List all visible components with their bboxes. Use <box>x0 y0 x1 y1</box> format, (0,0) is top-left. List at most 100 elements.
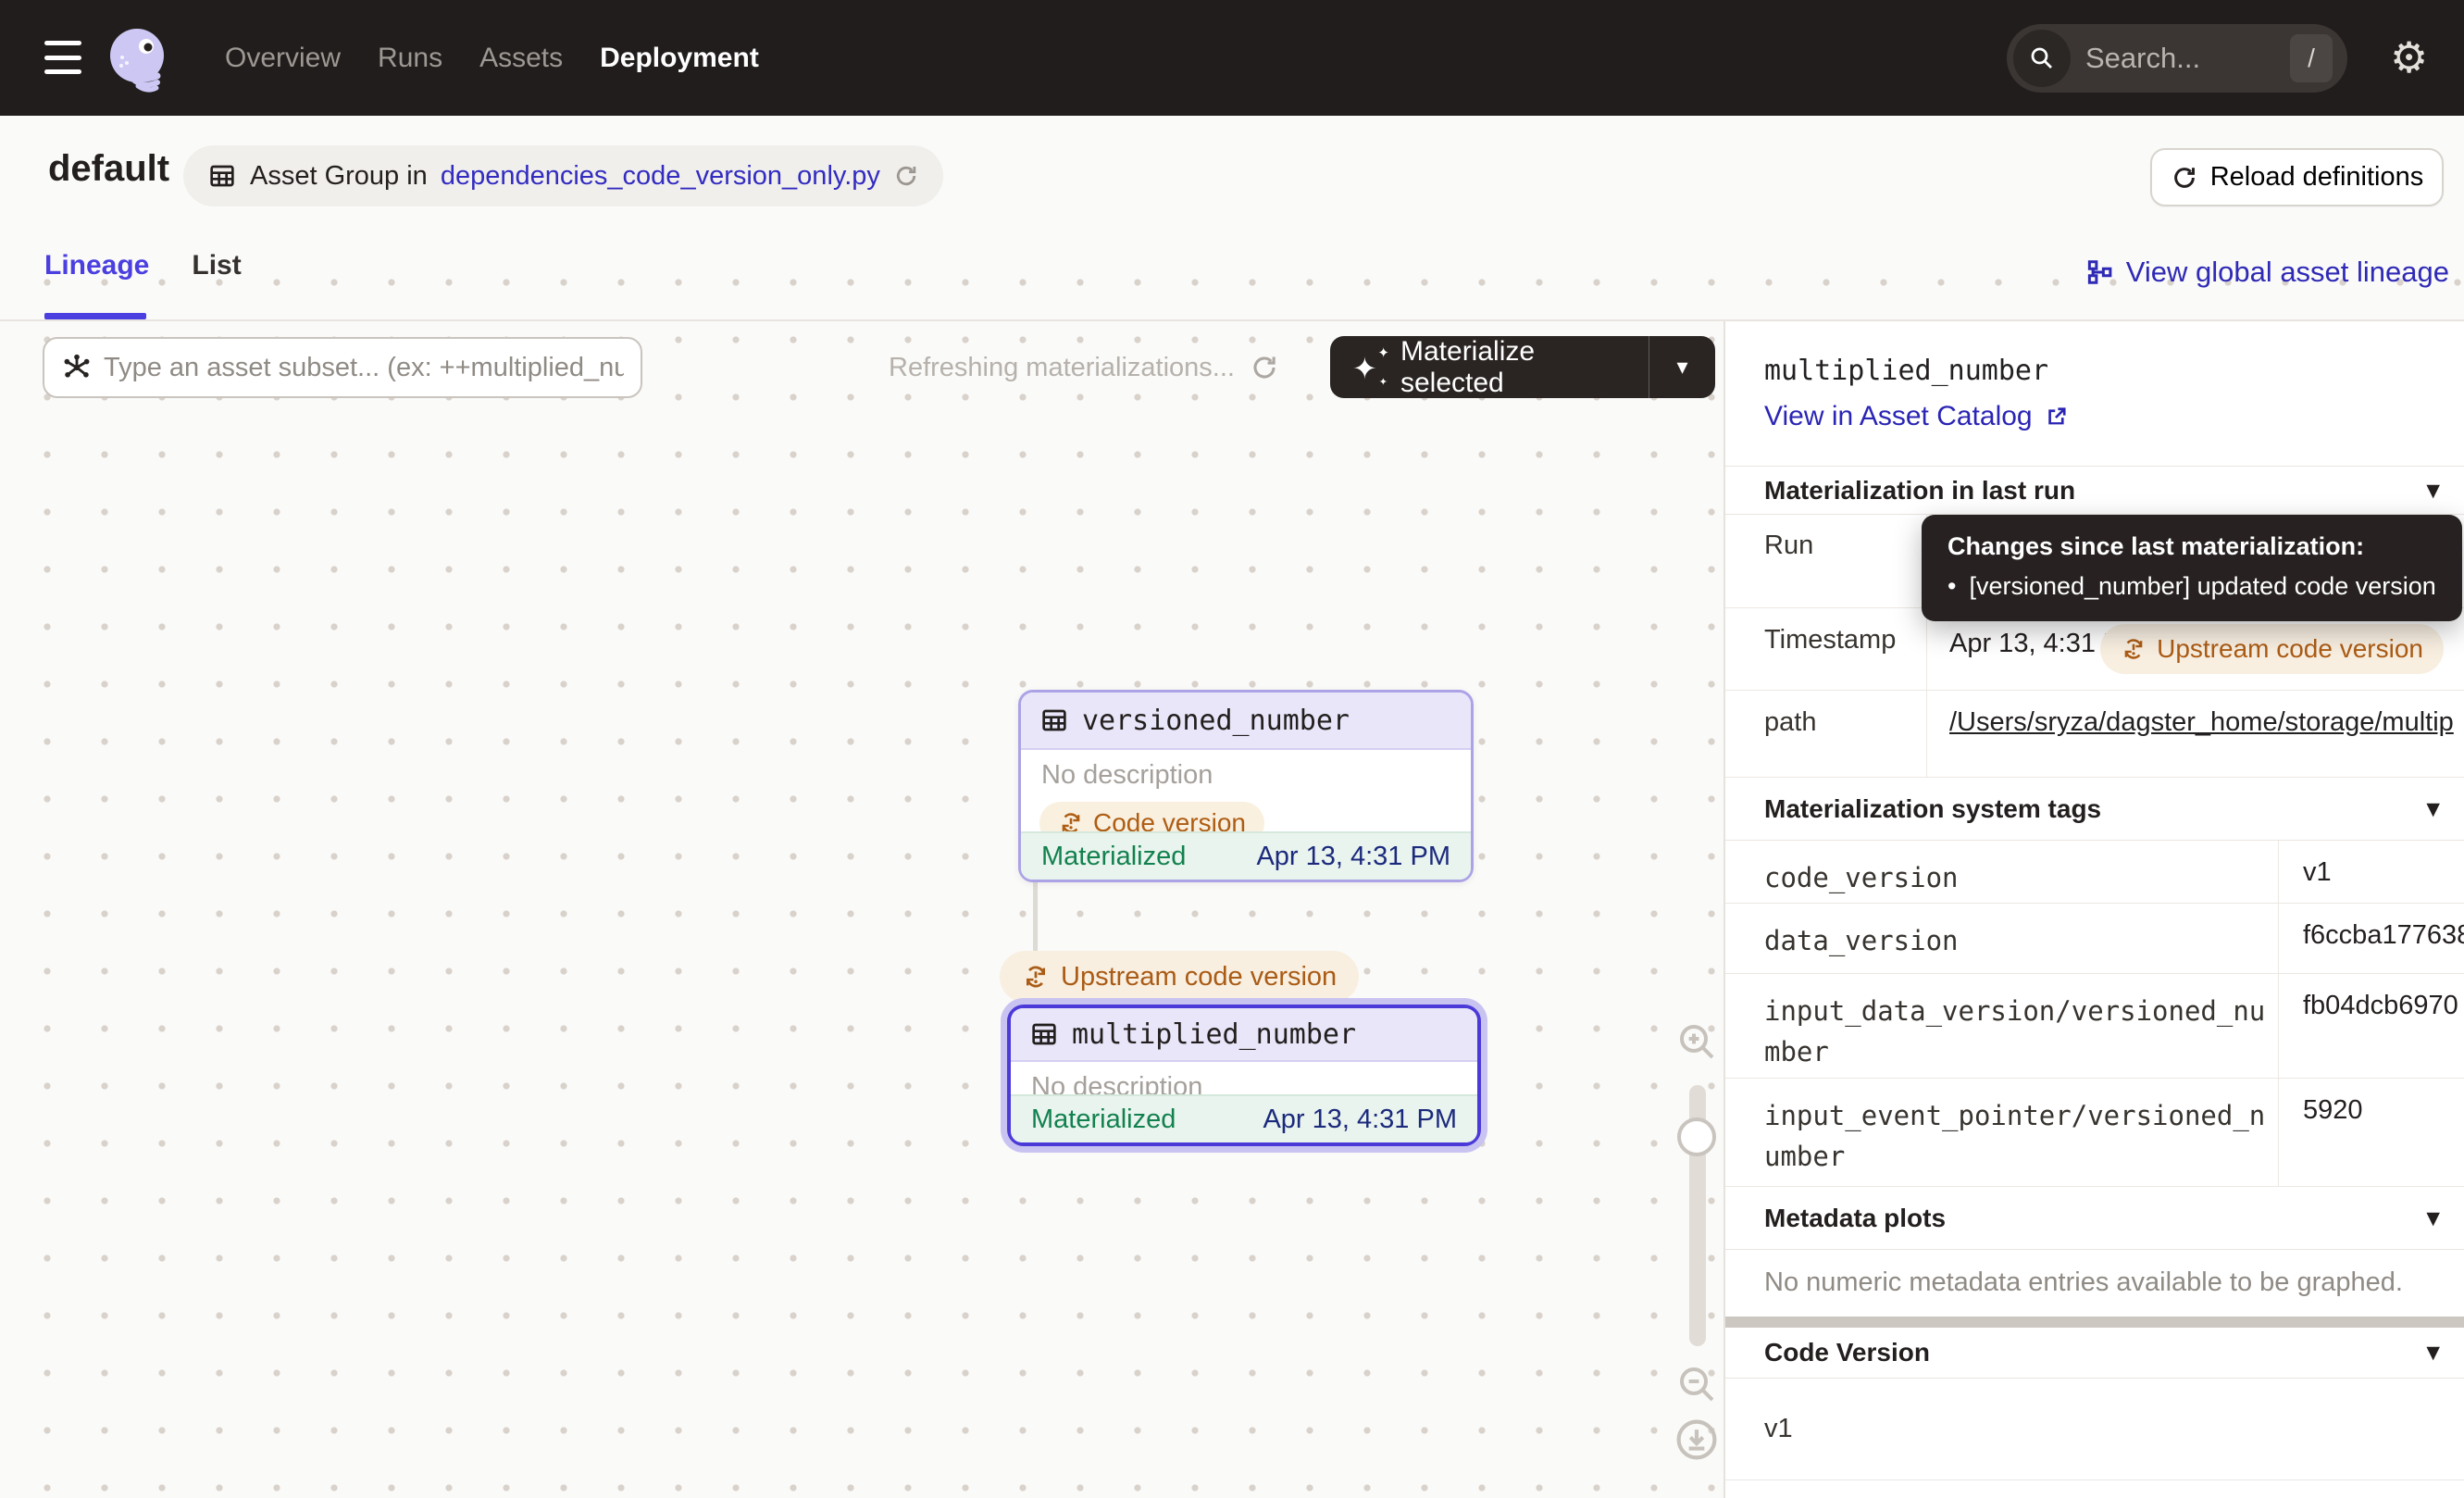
asset-node-multiplied-number-selected[interactable]: multiplied_number No description Materia… <box>1007 1005 1481 1146</box>
row-label: Timestamp <box>1725 608 1927 690</box>
changed-icon <box>2121 636 2147 662</box>
materialize-selected-main[interactable]: ✦ ✦ ✦ Materialize selected <box>1330 336 1649 398</box>
nav-item-runs[interactable]: Runs <box>378 43 442 74</box>
section-heading: Code Version <box>1764 1338 1930 1367</box>
section-heading: Metadata plots <box>1764 1204 1946 1233</box>
tag-key: input_data_version/versioned_number <box>1764 991 2269 1078</box>
materialize-dropdown-button[interactable]: ▾ <box>1649 336 1715 398</box>
refreshing-status: Refreshing materializations... <box>889 337 1279 398</box>
asset-name: multiplied_number <box>1072 1018 1356 1051</box>
asset-node-header[interactable]: versioned_number <box>1021 693 1471 750</box>
system-tag-row: data_version f6ccba177638 <box>1725 904 2464 974</box>
metadata-plots-empty-text: No numeric metadata entries available to… <box>1764 1267 2403 1298</box>
upstream-code-version-label: Upstream code version <box>1061 962 1337 992</box>
search-input[interactable] <box>2071 42 2290 75</box>
refresh-icon[interactable] <box>893 163 919 189</box>
hamburger-menu-icon[interactable] <box>44 41 81 74</box>
op-selector-icon <box>61 352 93 383</box>
asset-description: No description <box>1021 750 1471 791</box>
asset-node-versioned-number[interactable]: versioned_number No description Code ver… <box>1018 690 1474 882</box>
active-tab-underline <box>44 313 146 319</box>
materialized-timestamp[interactable]: Apr 13, 4:31 PM <box>1263 1105 1457 1135</box>
zoom-slider-handle[interactable] <box>1677 1117 1716 1156</box>
tag-key: data_version <box>1764 920 2269 973</box>
reload-definitions-label: Reload definitions <box>2210 162 2424 193</box>
upstream-code-version-tag[interactable]: Upstream code version <box>1000 951 1359 1003</box>
collapse-caret-icon[interactable]: ▼ <box>2426 1342 2440 1363</box>
section-config[interactable]: Config <box>1725 1479 2464 1498</box>
materialize-selected-label: Materialize selected <box>1400 336 1626 399</box>
nav-item-overview[interactable]: Overview <box>225 43 341 74</box>
code-version-value: v1 <box>1764 1414 1793 1444</box>
tooltip-item: • [versioned_number] updated code versio… <box>1948 572 2436 601</box>
nav-links: Overview Runs Assets Deployment <box>225 0 759 116</box>
download-graph-button[interactable] <box>1674 1417 1720 1463</box>
table-grid-icon <box>1039 705 1069 735</box>
materialization-status-bar: Materialized Apr 13, 4:31 PM <box>1021 831 1471 880</box>
changed-icon <box>1022 963 1050 991</box>
materialize-selected-button[interactable]: ✦ ✦ ✦ Materialize selected ▾ <box>1330 336 1715 398</box>
tag-key: code_version <box>1764 857 2269 903</box>
tab-lineage[interactable]: Lineage <box>44 250 149 281</box>
view-global-asset-lineage-link[interactable]: View global asset lineage <box>2085 256 2449 289</box>
tag-key: input_event_pointer/versioned_number <box>1764 1095 2269 1186</box>
lineage-graph-icon <box>2085 258 2113 286</box>
global-search[interactable]: / <box>2007 24 2347 93</box>
table-grid-icon <box>207 161 237 191</box>
section-materialization-system-tags[interactable]: Materialization system tags ▼ <box>1725 778 2464 841</box>
view-in-asset-catalog-link[interactable]: View in Asset Catalog <box>1764 401 2070 432</box>
materialization-status-bar: Materialized Apr 13, 4:31 PM <box>1011 1094 1477 1142</box>
section-heading: Materialization system tags <box>1764 794 2101 824</box>
collapse-caret-icon[interactable]: ▼ <box>2426 1208 2440 1229</box>
settings-gear-icon[interactable]: ⚙ <box>2390 33 2428 81</box>
nav-item-assets[interactable]: Assets <box>479 43 563 74</box>
dagster-logo-icon[interactable] <box>107 26 170 93</box>
view-global-asset-lineage-label: View global asset lineage <box>2126 256 2449 289</box>
tag-value: 5920 <box>2303 1095 2363 1126</box>
tag-value: fb04dcb6970 <box>2303 991 2458 1021</box>
nav-item-deployment[interactable]: Deployment <box>600 43 759 74</box>
system-tag-row: code_version v1 <box>1725 841 2464 904</box>
upstream-code-version-badge-label: Upstream code version <box>2157 634 2423 664</box>
storage-path-link[interactable]: /Users/sryza/dagster_home/storage/multip <box>1949 707 2454 737</box>
upstream-code-version-badge[interactable]: Upstream code version <box>2100 624 2444 674</box>
asset-subset-filter[interactable] <box>43 337 642 398</box>
changes-tooltip: Changes since last materialization: • [v… <box>1922 515 2462 621</box>
path-row: path /Users/sryza/dagster_home/storage/m… <box>1725 691 2464 778</box>
top-navbar: Overview Runs Assets Deployment / ⚙ <box>0 0 2464 116</box>
zoom-out-button[interactable] <box>1674 1362 1719 1406</box>
asset-group-file-link[interactable]: dependencies_code_version_only.py <box>441 161 880 192</box>
system-tag-row: input_event_pointer/versioned_number 592… <box>1725 1079 2464 1187</box>
materialized-status: Materialized <box>1031 1105 1176 1135</box>
system-tag-row: input_data_version/versioned_number fb04… <box>1725 974 2464 1079</box>
section-materialization-in-last-run[interactable]: Materialization in last run ▼ <box>1725 466 2464 515</box>
collapse-caret-icon[interactable]: ▼ <box>2426 799 2440 819</box>
zoom-in-button[interactable] <box>1674 1019 1719 1064</box>
section-code-version[interactable]: Code Version ▼ <box>1725 1328 2464 1379</box>
search-icon <box>2013 30 2071 87</box>
dagster-app: Overview Runs Assets Deployment / ⚙ defa… <box>0 0 2464 1498</box>
asset-name: versioned_number <box>1082 705 1350 737</box>
refreshing-status-label: Refreshing materializations... <box>889 353 1235 383</box>
refresh-spinner-icon <box>1250 353 1279 382</box>
table-grid-icon <box>1029 1019 1059 1049</box>
reload-definitions-button[interactable]: Reload definitions <box>2150 148 2444 206</box>
tab-list[interactable]: List <box>192 250 241 281</box>
view-tabs: Lineage List <box>44 250 242 281</box>
materialized-timestamp[interactable]: Apr 13, 4:31 PM <box>1256 842 1450 872</box>
view-in-asset-catalog-label: View in Asset Catalog <box>1764 401 2033 432</box>
asset-group-breadcrumb: Asset Group in dependencies_code_version… <box>183 145 943 206</box>
asset-details-panel: multiplied_number View in Asset Catalog … <box>1724 321 2464 1498</box>
asset-subset-input[interactable] <box>104 353 624 383</box>
sparkle-icon: ✦ ✦ ✦ <box>1352 348 1388 387</box>
materialized-status: Materialized <box>1041 842 1186 872</box>
search-shortcut-key: / <box>2290 34 2333 82</box>
section-metadata-plots[interactable]: Metadata plots ▼ <box>1725 1187 2464 1250</box>
external-link-icon <box>2044 404 2070 430</box>
tag-value: v1 <box>2303 857 2332 888</box>
section-heading: Materialization in last run <box>1764 476 2075 506</box>
collapse-caret-icon[interactable]: ▼ <box>2426 481 2440 501</box>
asset-node-header[interactable]: multiplied_number <box>1011 1008 1477 1062</box>
tooltip-title: Changes since last materialization: <box>1948 532 2436 561</box>
asset-group-label: Asset Group in <box>250 161 428 192</box>
